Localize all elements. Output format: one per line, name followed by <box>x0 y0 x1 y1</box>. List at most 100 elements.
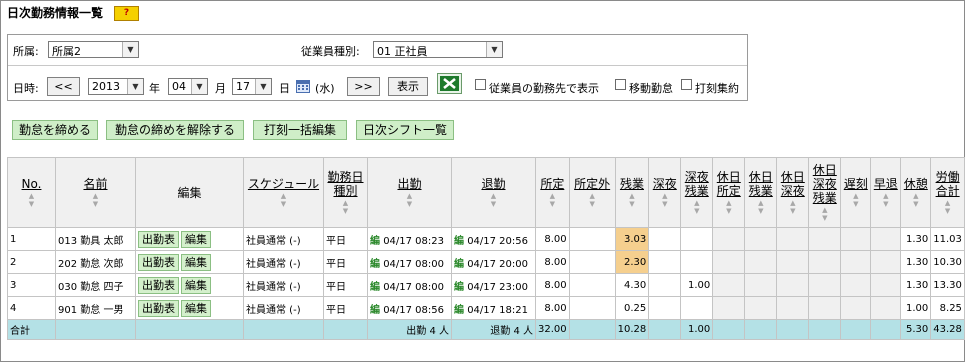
header-fixed[interactable]: 所定 ▲ ▼ <box>535 157 570 228</box>
unclose-attendance-button[interactable]: 勤怠の締めを解除する <box>106 120 244 140</box>
close-attendance-button[interactable]: 勤怠を締める <box>12 120 98 140</box>
header-edit: 編集 <box>135 157 244 228</box>
header-schedule[interactable]: スケジュール ▲ ▼ <box>243 157 324 228</box>
row-daytype: 平日 <box>323 227 368 251</box>
row-overtime: 2.30 <box>614 250 650 274</box>
row-edit-cell: 出勤表 編集 <box>135 296 244 320</box>
edit-stamp-icon[interactable]: 編 <box>454 282 464 293</box>
year-select[interactable]: 2013 ▼ <box>88 78 144 95</box>
chevron-down-icon: ▼ <box>127 79 143 94</box>
header-early-leave[interactable]: 早退 ▲ ▼ <box>870 157 902 228</box>
header-clock-out[interactable]: 退勤 ▲ ▼ <box>451 157 536 228</box>
totals-clock-in: 出勤 4 人 <box>367 319 452 340</box>
row-overtime: 3.03 <box>614 227 650 251</box>
totals-row: 合計 出勤 4 人 退勤 4 人 32.00 10.28 1.00 5.30 4… <box>7 319 965 340</box>
header-holiday-overtime[interactable]: 休日残業 ▲ ▼ <box>744 157 778 228</box>
row-holiday-overtime <box>744 227 778 251</box>
row-extra <box>568 273 616 297</box>
row-extra <box>568 250 616 274</box>
header-overtime[interactable]: 残業 ▲ ▼ <box>614 157 650 228</box>
day-select[interactable]: 17 ▼ <box>232 78 272 95</box>
row-schedule: 社員通常 (-) <box>243 296 324 320</box>
chevron-down-icon: ▼ <box>122 42 138 57</box>
edit-stamp-icon[interactable]: 編 <box>370 305 380 316</box>
row-night <box>648 227 682 251</box>
header-clock-in[interactable]: 出勤 ▲ ▼ <box>367 157 452 228</box>
row-break: 1.30 <box>900 227 932 251</box>
totals-clock-out: 退勤 4 人 <box>451 319 536 340</box>
header-night-overtime[interactable]: 深夜残業 ▲ ▼ <box>680 157 714 228</box>
attendance-sheet-button[interactable]: 出勤表 <box>138 253 179 271</box>
header-break[interactable]: 休憩 ▲ ▼ <box>900 157 932 228</box>
chevron-down-icon: ▼ <box>191 79 207 94</box>
header-extra[interactable]: 所定外 ▲ ▼ <box>568 157 616 228</box>
row-name: 901 勤怠 一男 <box>55 296 136 320</box>
edit-button[interactable]: 編集 <box>181 230 211 248</box>
totals-break: 5.30 <box>900 319 932 340</box>
row-night-overtime <box>680 296 714 320</box>
row-fixed: 8.00 <box>535 296 570 320</box>
row-early-leave <box>870 227 902 251</box>
stamp-checkbox-label: 打刻集約 <box>695 82 739 95</box>
header-work-total[interactable]: 労働合計 ▲ ▼ <box>930 157 965 228</box>
row-early-leave <box>870 296 902 320</box>
next-day-button[interactable]: >> <box>347 77 380 96</box>
row-night <box>648 250 682 274</box>
row-overtime: 0.25 <box>614 296 650 320</box>
row-fixed: 8.00 <box>535 250 570 274</box>
row-late <box>840 227 872 251</box>
workplace-checkbox[interactable] <box>475 79 486 90</box>
row-schedule: 社員通常 (-) <box>243 227 324 251</box>
show-button[interactable]: 表示 <box>388 77 428 96</box>
row-clock-out: 編 04/17 18:21 <box>451 296 536 320</box>
header-night[interactable]: 深夜 ▲ ▼ <box>648 157 682 228</box>
excel-export-button[interactable] <box>437 73 462 94</box>
month-value: 04 <box>172 80 186 93</box>
header-holiday-fixed[interactable]: 休日所定 ▲ ▼ <box>712 157 746 228</box>
row-daytype: 平日 <box>323 296 368 320</box>
edit-stamp-icon[interactable]: 編 <box>454 259 464 270</box>
edit-button[interactable]: 編集 <box>181 253 211 271</box>
chevron-down-icon: ▼ <box>255 79 271 94</box>
calendar-icon[interactable] <box>296 80 310 93</box>
edit-stamp-icon[interactable]: 編 <box>454 305 464 316</box>
emp-type-select[interactable]: 01 正社員 ▼ <box>373 41 503 58</box>
edit-stamp-icon[interactable]: 編 <box>454 236 464 247</box>
row-name: 030 勤怠 四子 <box>55 273 136 297</box>
prev-day-button[interactable]: << <box>47 77 80 96</box>
affiliation-select[interactable]: 所属2 ▼ <box>48 41 139 58</box>
stamp-checkbox[interactable] <box>681 79 692 90</box>
day-value: 17 <box>236 80 250 93</box>
year-suffix: 年 <box>149 82 160 95</box>
header-holiday-night-overtime[interactable]: 休日深夜残業 ▲ ▼ <box>808 157 842 228</box>
bulk-stamp-edit-button[interactable]: 打刻一括編集 <box>253 120 347 140</box>
header-name[interactable]: 名前 ▲ ▼ <box>55 157 136 228</box>
edit-stamp-icon[interactable]: 編 <box>370 236 380 247</box>
daily-shift-list-button[interactable]: 日次シフト一覧 <box>356 120 454 140</box>
attendance-sheet-button[interactable]: 出勤表 <box>138 299 179 317</box>
excel-icon <box>440 76 459 91</box>
edit-stamp-icon[interactable]: 編 <box>370 282 380 293</box>
header-late[interactable]: 遅刻 ▲ ▼ <box>840 157 872 228</box>
attendance-sheet-button[interactable]: 出勤表 <box>138 276 179 294</box>
edit-button[interactable]: 編集 <box>181 299 211 317</box>
row-work-total: 11.03 <box>930 227 965 251</box>
attendance-table: No. ▲ ▼ 名前 ▲ ▼ 編集 スケジュール ▲ ▼ 勤務日種別 ▲ ▼ 出勤 ▲ ▼ 退勤 ▲ ▼… <box>7 157 965 340</box>
clock-out-time: 04/17 23:00 <box>467 281 529 293</box>
attendance-sheet-button[interactable]: 出勤表 <box>138 230 179 248</box>
row-holiday-night <box>776 250 810 274</box>
edit-button[interactable]: 編集 <box>181 276 211 294</box>
header-holiday-night[interactable]: 休日深夜 ▲ ▼ <box>776 157 810 228</box>
month-select[interactable]: 04 ▼ <box>168 78 208 95</box>
help-button[interactable]: ? <box>114 6 139 21</box>
row-holiday-fixed <box>712 227 746 251</box>
row-night <box>648 273 682 297</box>
affiliation-value: 所属2 <box>52 45 81 58</box>
clock-out-time: 04/17 18:21 <box>467 304 529 316</box>
row-clock-out: 編 04/17 23:00 <box>451 273 536 297</box>
header-daytype[interactable]: 勤務日種別 ▲ ▼ <box>323 157 368 228</box>
table-body: 1 013 勤具 太郎 出勤表 編集 社員通常 (-) 平日編 04/17 08:23 編 … <box>7 227 965 320</box>
header-no[interactable]: No. ▲ ▼ <box>7 157 56 228</box>
edit-stamp-icon[interactable]: 編 <box>370 259 380 270</box>
move-checkbox[interactable] <box>615 79 626 90</box>
